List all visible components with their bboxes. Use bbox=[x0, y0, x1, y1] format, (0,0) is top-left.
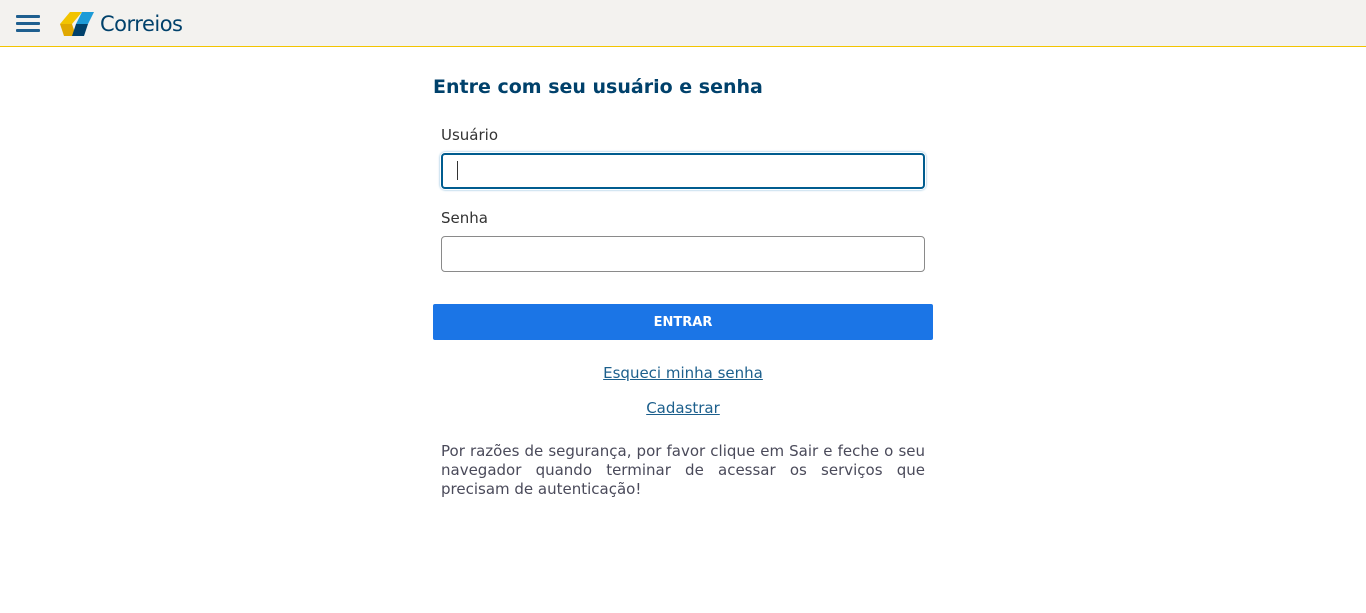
forgot-password-link[interactable]: Esqueci minha senha bbox=[433, 364, 933, 382]
text-cursor bbox=[457, 161, 458, 180]
password-label: Senha bbox=[441, 209, 488, 227]
hamburger-menu-icon[interactable] bbox=[16, 15, 40, 33]
logo-wordmark: Correios bbox=[100, 12, 183, 36]
register-link[interactable]: Cadastrar bbox=[433, 399, 933, 417]
password-input[interactable] bbox=[441, 236, 925, 272]
correios-logo[interactable]: Correios bbox=[60, 10, 183, 38]
username-input[interactable] bbox=[441, 153, 925, 189]
top-header: Correios bbox=[0, 0, 1366, 47]
security-notice: Por razões de segurança, por favor cliqu… bbox=[441, 442, 925, 498]
username-label: Usuário bbox=[441, 126, 499, 144]
login-button[interactable]: ENTRAR bbox=[433, 304, 933, 340]
login-title: Entre com seu usuário e senha bbox=[433, 76, 763, 98]
correios-logo-icon bbox=[60, 12, 94, 36]
